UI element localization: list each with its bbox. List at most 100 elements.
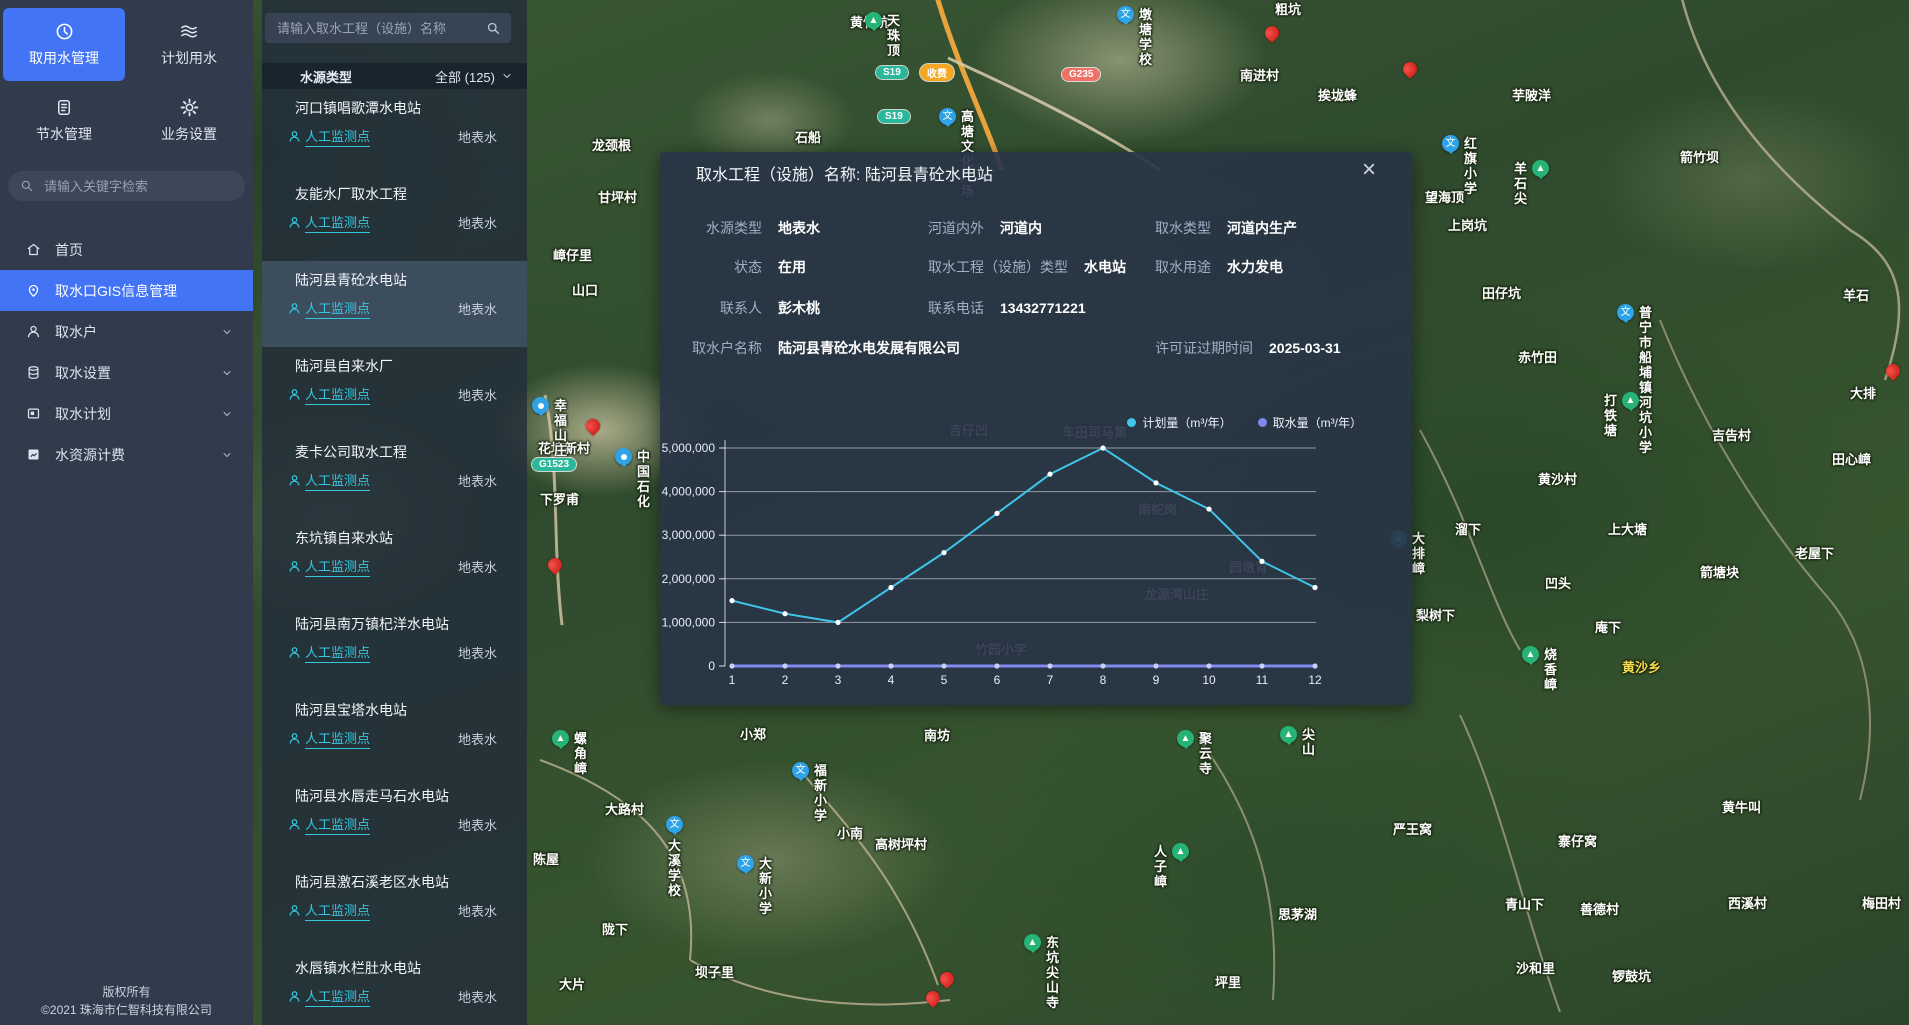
sidebar-search-input[interactable] (42, 178, 233, 195)
station-list-item[interactable]: 陆河县水唇走马石水电站 人工监测点 地表水 (262, 777, 527, 863)
water-source-type: 地表水 (458, 643, 497, 662)
field-label: 取水类型 (1155, 218, 1211, 238)
database-icon (26, 365, 41, 380)
app-business-settings[interactable]: 业务设置 (128, 84, 250, 157)
green-poi-pin[interactable]: ▲天珠顶 (865, 12, 882, 29)
sidebar-item-water-billing[interactable]: 水资源计费 (0, 434, 253, 475)
monitor-type: 人工监测点 (305, 384, 370, 405)
station-list-item[interactable]: 陆河县青砼水电站 人工监测点 地表水 (262, 261, 527, 347)
station-search[interactable] (265, 13, 511, 43)
sidebar-search[interactable] (8, 171, 245, 201)
map-place-label: 大片 (559, 977, 585, 992)
blue-poi-pin[interactable]: 幸福山庄 (532, 397, 549, 414)
sidebar-item-intake-settings[interactable]: 取水设置 (0, 352, 253, 393)
map-poi-label: 中国石化 (637, 449, 650, 509)
road-badge: 收费 (920, 64, 954, 81)
road-badge: S19 (876, 66, 908, 79)
station-list-item[interactable]: 东坑镇自来水站 人工监测点 地表水 (262, 519, 527, 605)
map-poi-label: 大新小学 (759, 856, 772, 916)
station-name: 水唇镇水栏肚水电站 (295, 959, 497, 978)
filter-value-dropdown[interactable]: 全部 (125) (435, 67, 513, 86)
field-label: 取水用途 (1155, 257, 1211, 277)
station-name: 友能水厂取水工程 (295, 185, 497, 204)
menu-label: 取水户 (55, 322, 97, 342)
map-place-label: 小郑 (740, 727, 766, 742)
gas-station-pin[interactable]: 中国石化 (615, 448, 632, 465)
school-pin[interactable]: 文墩塘学校 (1117, 6, 1134, 23)
map-place-label: 山口 (572, 283, 598, 298)
green-poi-pin[interactable]: ▲螺角嶂 (552, 730, 569, 747)
map-place-label: 老屋下 (1795, 546, 1834, 561)
green-poi-pin[interactable]: ▲烧香嶂 (1522, 646, 1539, 663)
map-place-label: 黄沙乡 (1622, 660, 1661, 675)
station-search-input[interactable] (275, 20, 486, 37)
app-label: 计划用水 (161, 48, 217, 68)
green-poi-pin[interactable]: ▲尖山 (1280, 726, 1297, 743)
app-water-saving-management[interactable]: 节水管理 (3, 84, 125, 157)
map-place-label: 吉告村 (1712, 428, 1751, 443)
menu-label: 水资源计费 (55, 445, 125, 465)
station-panel: 水源类型 全部 (125) 河口镇唱歌潭水电站 人工监测点 地表水 友能水厂取水… (262, 0, 527, 1025)
school-pin[interactable]: 文红旗小学 (1442, 135, 1459, 152)
station-list-item[interactable]: 河口镇唱歌潭水电站 人工监测点 地表水 (262, 89, 527, 175)
app-water-intake-management[interactable]: 取用水管理 (3, 8, 125, 81)
svg-text:10: 10 (1202, 673, 1216, 687)
map-place-label: 田心嶂 (1832, 452, 1871, 467)
person-icon (287, 731, 302, 746)
map-place-label: 挨垅蜂 (1318, 88, 1357, 103)
station-list-item[interactable]: 陆河县自来水厂 人工监测点 地表水 (262, 347, 527, 433)
sidebar-item-home[interactable]: 首页 (0, 229, 253, 270)
field-value: 陆河县青砼水电发展有限公司 (778, 338, 960, 358)
station-name: 陆河县南万镇杞洋水电站 (295, 615, 497, 634)
sidebar-item-intake-plan[interactable]: 取水计划 (0, 393, 253, 434)
station-list-item[interactable]: 水唇镇水栏肚水电站 人工监测点 地表水 (262, 949, 527, 1025)
water-source-type: 地表水 (458, 729, 497, 748)
field-label: 水源类型 (682, 218, 762, 238)
green-poi-pin[interactable]: ▲聚云寺 (1177, 730, 1194, 747)
school-pin[interactable]: 文大溪学校 (666, 816, 683, 833)
person-icon (287, 645, 302, 660)
station-list-item[interactable]: 陆河县南万镇杞洋水电站 人工监测点 地表水 (262, 605, 527, 691)
station-list-item[interactable]: 陆河县宝塔水电站 人工监测点 地表水 (262, 691, 527, 777)
school-pin[interactable]: 文普宁市船埔镇 河坑小学 (1617, 304, 1634, 321)
close-icon[interactable]: × (1362, 156, 1376, 184)
map-place-label: 青山下 (1505, 897, 1544, 912)
person-icon (287, 387, 302, 402)
green-poi-pin[interactable]: ▲人子嶂 (1172, 843, 1189, 860)
waves-icon (179, 22, 199, 41)
map-poi-label: 尖山 (1302, 727, 1315, 757)
svg-text:5: 5 (941, 673, 948, 687)
app-planned-water-use[interactable]: 计划用水 (128, 8, 250, 81)
school-pin[interactable]: 文福新小学 (792, 762, 809, 779)
field-value: 水电站 (1084, 257, 1126, 277)
copyright-line1: 版权所有 (0, 983, 253, 1001)
water-source-type: 地表水 (458, 471, 497, 490)
water-source-type: 地表水 (458, 987, 497, 1006)
green-poi-pin[interactable]: ▲东坑尖山寺 (1024, 934, 1041, 951)
map-place-label: 南坊 (924, 728, 950, 743)
station-name: 陆河县激石溪老区水电站 (295, 873, 497, 892)
svg-text:3: 3 (835, 673, 842, 687)
map-place-label: 甘坪村 (598, 190, 637, 205)
map-poi-label: 打铁塘 (1604, 393, 1617, 438)
green-poi-pin[interactable]: ▲羊石尖 (1532, 160, 1549, 177)
school-pin[interactable]: 文大新小学 (737, 855, 754, 872)
monitor-type: 人工监测点 (305, 986, 370, 1007)
map-place-label: 赤竹田 (1518, 350, 1557, 365)
station-detail-modal: 取水工程（设施）名称: 陆河县青砼水电站 × 水源类型地表水 河道内外河道内 取… (660, 152, 1412, 705)
station-list: 河口镇唱歌潭水电站 人工监测点 地表水 友能水厂取水工程 人工监测点 地表水 陆… (262, 89, 527, 1025)
school-pin[interactable]: 文高塘文化广场 (939, 108, 956, 125)
station-list-item[interactable]: 陆河县激石溪老区水电站 人工监测点 地表水 (262, 863, 527, 949)
green-poi-pin[interactable]: ▲打铁塘 (1622, 392, 1639, 409)
map-place-label: 陈屋 (533, 852, 559, 867)
map-place-label: 大排 (1850, 386, 1876, 401)
sidebar-item-water-users[interactable]: 取水户 (0, 311, 253, 352)
sidebar-item-gis-management[interactable]: 取水口GIS信息管理 (0, 270, 253, 311)
station-list-item[interactable]: 麦卡公司取水工程 人工监测点 地表水 (262, 433, 527, 519)
station-list-item[interactable]: 友能水厂取水工程 人工监测点 地表水 (262, 175, 527, 261)
road-badge: G1523 (532, 458, 576, 471)
svg-text:0: 0 (708, 659, 715, 673)
search-icon (20, 179, 34, 193)
map-place-label: 坪里 (1215, 975, 1241, 990)
station-name: 陆河县宝塔水电站 (295, 701, 497, 720)
